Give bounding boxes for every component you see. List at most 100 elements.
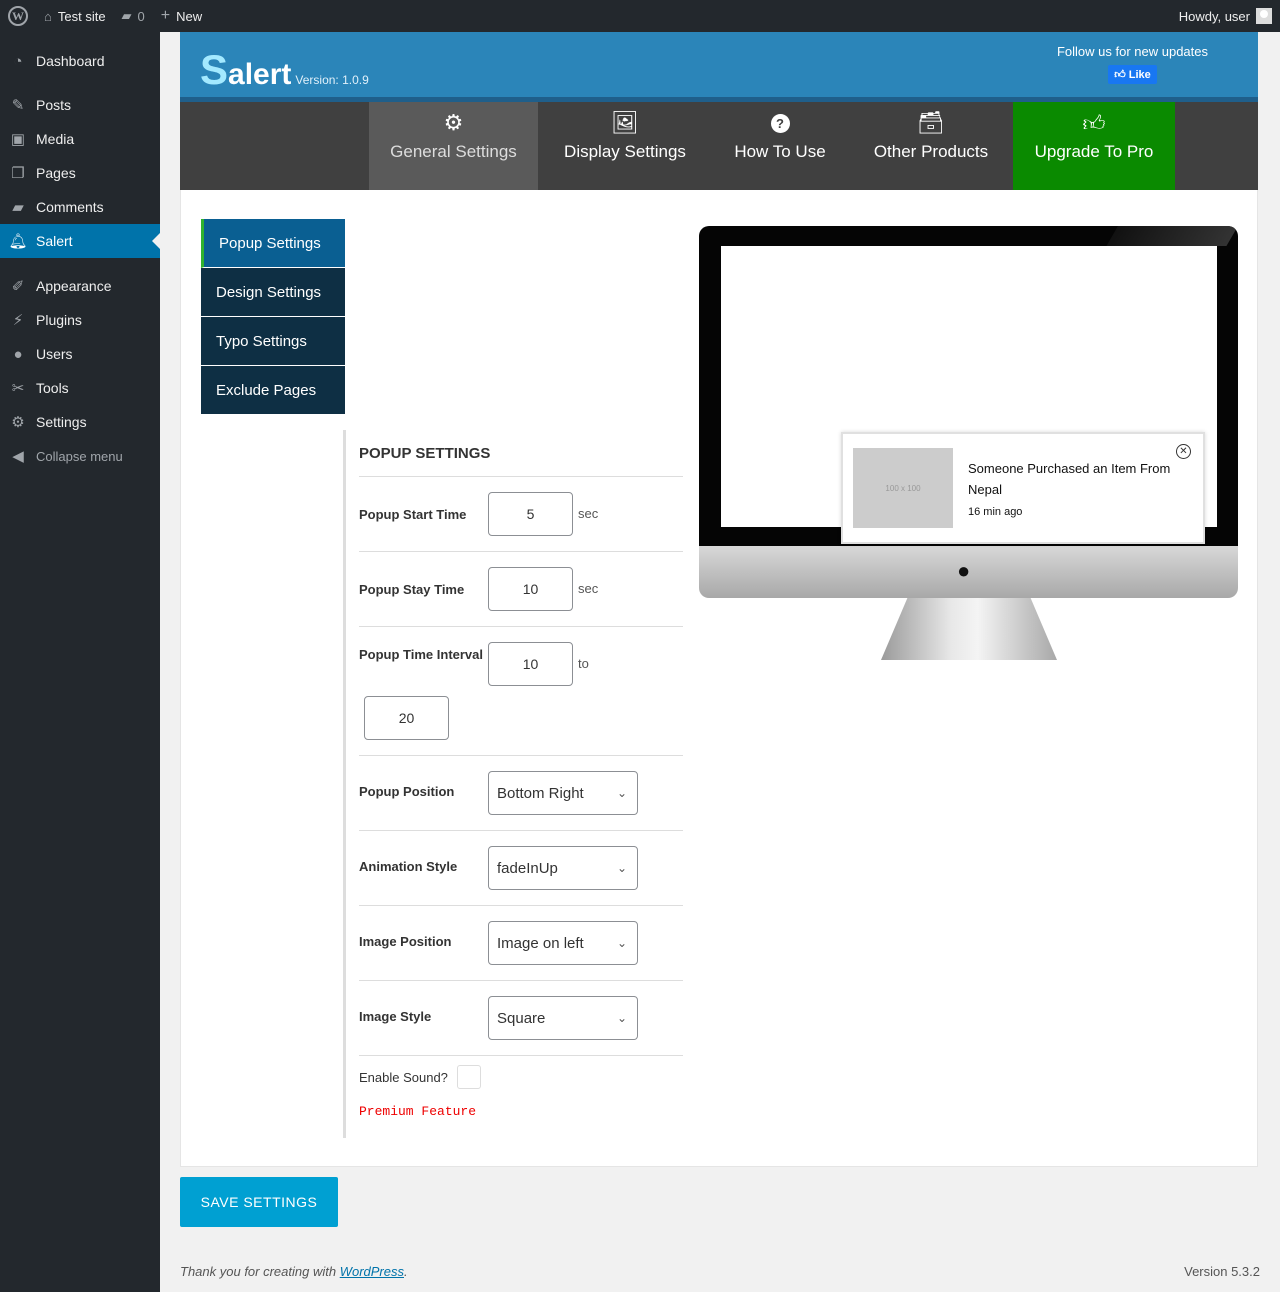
subnav-popup-settings[interactable]: Popup Settings <box>201 219 345 268</box>
image-icon: 🖼︎ <box>611 110 639 135</box>
tab-other-products[interactable]: 🗃︎ Other Products <box>862 102 1000 190</box>
save-settings-button[interactable]: SAVE SETTINGS <box>180 1177 338 1227</box>
sidebar-item-label: Comments <box>36 199 104 215</box>
sidebar-item-label: Salert <box>36 233 73 249</box>
sidebar-item-label: Appearance <box>36 278 112 294</box>
comments-link[interactable]: ▰ 0 <box>114 0 153 32</box>
new-content-link[interactable]: + New <box>153 0 210 32</box>
plugin-header: Salert Version: 1.0.9 Follow us for new u… <box>180 32 1258 102</box>
close-icon[interactable]: ✕ <box>1176 444 1191 459</box>
settings-icon: ⚙︎ <box>11 414 25 431</box>
sidebar-item-label: Posts <box>36 97 72 113</box>
admin-sidebar: ◔ Dashboard ✎ Posts ▣ Media ❐ Pages ▰ Co… <box>0 32 160 1292</box>
sidebar-item-appearance[interactable]: ✐ Appearance <box>0 269 160 303</box>
popup-position-select[interactable]: Bottom Right ⌄ <box>488 771 638 815</box>
comment-bubble-icon: ▰ <box>121 8 132 23</box>
sidebar-item-label: Pages <box>36 165 76 181</box>
chevron-down-icon: ⌄ <box>616 936 627 950</box>
animation-label: Animation Style <box>359 859 458 874</box>
thumbs-up-icon: 👍︎ <box>1082 110 1106 136</box>
image-position-select[interactable]: Image on left ⌄ <box>488 921 638 965</box>
plugin-version: Version: 1.0.9 <box>295 73 369 87</box>
sidebar-item-media[interactable]: ▣ Media <box>0 122 160 156</box>
sidebar-item-dashboard[interactable]: ◔ Dashboard <box>0 44 160 78</box>
image-style-select[interactable]: Square ⌄ <box>488 996 638 1040</box>
admin-bar: W ⌂ Test site ▰ 0 + New Howdy, user <box>0 0 1280 32</box>
sidebar-item-salert[interactable]: 🔔︎ Salert <box>0 224 160 258</box>
popup-settings-form: POPUP SETTINGS Popup Start Time 5 sec Po… <box>343 430 683 1138</box>
start-time-input[interactable]: 5 <box>488 492 573 536</box>
dashboard-icon: ◔ <box>13 52 23 70</box>
stay-time-unit: sec <box>578 581 599 596</box>
sidebar-item-label: Tools <box>36 380 69 396</box>
stay-time-label: Popup Stay Time <box>359 582 465 597</box>
wp-logo-menu[interactable]: W <box>0 0 36 32</box>
stay-time-input[interactable]: 10 <box>488 567 573 611</box>
tab-upgrade-to-pro[interactable]: 👍︎ Upgrade To Pro <box>1013 102 1175 190</box>
sidebar-item-pages[interactable]: ❐ Pages <box>0 156 160 190</box>
apple-logo-icon: ● <box>957 558 971 583</box>
chevron-down-icon: ⌄ <box>616 861 627 875</box>
chevron-down-icon: ⌄ <box>616 786 627 800</box>
tab-label: Upgrade To Pro <box>1034 142 1154 161</box>
sidebar-item-label: Media <box>36 131 75 147</box>
sidebar-item-comments[interactable]: ▰ Comments <box>0 190 160 224</box>
tab-how-to-use[interactable]: ? How To Use <box>720 102 840 190</box>
subnav-typo-settings[interactable]: Typo Settings <box>201 317 345 366</box>
enable-sound-label: Enable Sound? <box>359 1069 448 1085</box>
subnav-design-settings[interactable]: Design Settings <box>201 268 345 317</box>
position-label: Popup Position <box>359 784 455 799</box>
position-row: Popup Position Bottom Right ⌄ <box>359 756 683 831</box>
plugin-icon: ⚡︎ <box>12 312 24 329</box>
settings-tab-bar: ⚙︎ General Settings 🖼︎ Display Settings … <box>180 102 1258 190</box>
sidebar-item-users[interactable]: ● Users <box>0 337 160 371</box>
select-value: Image on left <box>497 934 584 952</box>
popup-message: Someone Purchased an Item From Nepal <box>968 461 1171 497</box>
tab-display-settings[interactable]: 🖼︎ Display Settings <box>550 102 700 190</box>
tab-label: Other Products <box>873 142 989 161</box>
footer-thanks-suffix: . <box>404 1264 408 1279</box>
animation-style-select[interactable]: fadeInUp ⌄ <box>488 846 638 890</box>
sidebar-item-settings[interactable]: ⚙︎ Settings <box>0 405 160 439</box>
stay-time-row: Popup Stay Time 10 sec <box>359 552 683 627</box>
plus-icon: + <box>160 7 171 24</box>
start-time-label: Popup Start Time <box>359 507 467 522</box>
site-name: Test site <box>57 8 106 24</box>
comment-icon: ▰ <box>12 199 24 216</box>
image-style-label: Image Style <box>359 1009 432 1024</box>
home-icon: ⌂ <box>44 8 52 24</box>
select-value: Square <box>497 1009 546 1027</box>
new-label: New <box>176 8 203 24</box>
interval-label: Popup Time Interval <box>359 647 484 662</box>
sidebar-item-posts[interactable]: ✎ Posts <box>0 88 160 122</box>
sidebar-item-tools[interactable]: ✂︎ Tools <box>0 371 160 405</box>
media-icon: ▣ <box>10 131 26 148</box>
footer-version: Version 5.3.2 <box>1184 1264 1260 1279</box>
footer-thanks: Thank you for creating with WordPress. <box>180 1264 408 1279</box>
footer-thanks-text: Thank you for creating with <box>180 1264 340 1279</box>
tab-general-settings[interactable]: ⚙︎ General Settings <box>369 102 538 190</box>
sidebar-item-plugins[interactable]: ⚡︎ Plugins <box>0 303 160 337</box>
premium-feature-note: Premium Feature <box>359 1104 477 1119</box>
image-style-row: Image Style Square ⌄ <box>359 981 683 1056</box>
facebook-like-button[interactable]: 👍︎ Like <box>1108 65 1157 84</box>
user-icon: ● <box>13 345 23 363</box>
brush-icon: ✐ <box>11 278 25 295</box>
animation-row: Animation Style fadeInUp ⌄ <box>359 831 683 906</box>
collapse-menu-button[interactable]: ◀ Collapse menu <box>0 439 160 473</box>
salert-logo: Salert Version: 1.0.9 <box>200 46 369 94</box>
settings-panel: Popup Settings Design Settings Typo Sett… <box>180 190 1258 1167</box>
subnav-exclude-pages[interactable]: Exclude Pages <box>201 366 345 415</box>
logo-rest: alert <box>228 58 292 91</box>
interval-from-input[interactable]: 10 <box>488 642 573 686</box>
interval-to-input[interactable]: 20 <box>364 696 449 740</box>
account-menu[interactable]: Howdy, user <box>1171 0 1280 32</box>
wordpress-link[interactable]: WordPress <box>340 1264 404 1279</box>
sound-row: Enable Sound? <box>359 1056 683 1092</box>
site-name-link[interactable]: ⌂ Test site <box>36 0 114 32</box>
question-icon: ? <box>770 110 790 136</box>
thumbs-up-icon: 👍︎ <box>1114 69 1126 81</box>
enable-sound-checkbox[interactable] <box>456 1065 481 1089</box>
pages-icon: ❐ <box>11 165 25 182</box>
settings-subnav: Popup Settings Design Settings Typo Sett… <box>201 219 345 415</box>
